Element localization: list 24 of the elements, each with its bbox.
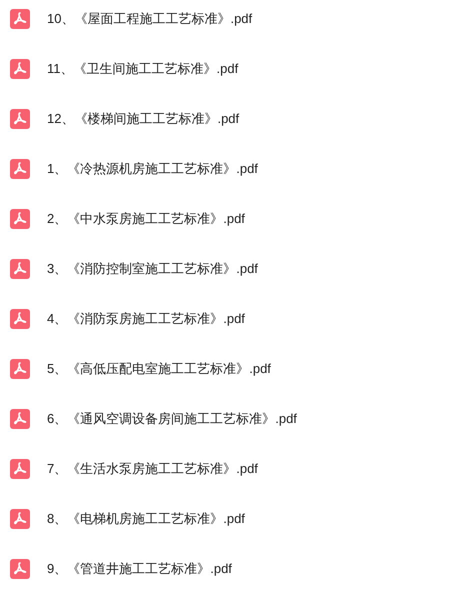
file-name[interactable]: 11、《卫生间施工工艺标准》.pdf bbox=[47, 60, 238, 78]
file-name[interactable]: 4、《消防泵房施工工艺标准》.pdf bbox=[47, 310, 245, 328]
pdf-file-icon bbox=[10, 159, 30, 179]
pdf-file-icon bbox=[10, 559, 30, 579]
file-name[interactable]: 3、《消防控制室施工工艺标准》.pdf bbox=[47, 260, 258, 278]
file-name[interactable]: 10、《屋面工程施工工艺标准》.pdf bbox=[47, 10, 252, 28]
pdf-file-icon bbox=[10, 59, 30, 79]
pdf-file-icon bbox=[10, 509, 30, 529]
file-name[interactable]: 5、《高低压配电室施工工艺标准》.pdf bbox=[47, 360, 271, 378]
file-name[interactable]: 8、《电梯机房施工工艺标准》.pdf bbox=[47, 510, 245, 528]
pdf-file-icon bbox=[10, 309, 30, 329]
pdf-file-icon bbox=[10, 409, 30, 429]
pdf-file-icon bbox=[10, 9, 30, 29]
pdf-file-icon bbox=[10, 359, 30, 379]
pdf-file-icon bbox=[10, 259, 30, 279]
pdf-file-icon bbox=[10, 459, 30, 479]
file-name[interactable]: 2、《中水泵房施工工艺标准》.pdf bbox=[47, 210, 245, 228]
file-name[interactable]: 1、《冷热源机房施工工艺标准》.pdf bbox=[47, 160, 258, 178]
pdf-file-icon bbox=[10, 109, 30, 129]
file-name[interactable]: 6、《通风空调设备房间施工工艺标准》.pdf bbox=[47, 410, 297, 428]
file-name[interactable]: 9、《管道井施工工艺标准》.pdf bbox=[47, 560, 232, 578]
pdf-file-icon bbox=[10, 209, 30, 229]
file-name[interactable]: 12、《楼梯间施工工艺标准》.pdf bbox=[47, 110, 240, 128]
file-name[interactable]: 7、《生活水泵房施工工艺标准》.pdf bbox=[47, 460, 258, 478]
